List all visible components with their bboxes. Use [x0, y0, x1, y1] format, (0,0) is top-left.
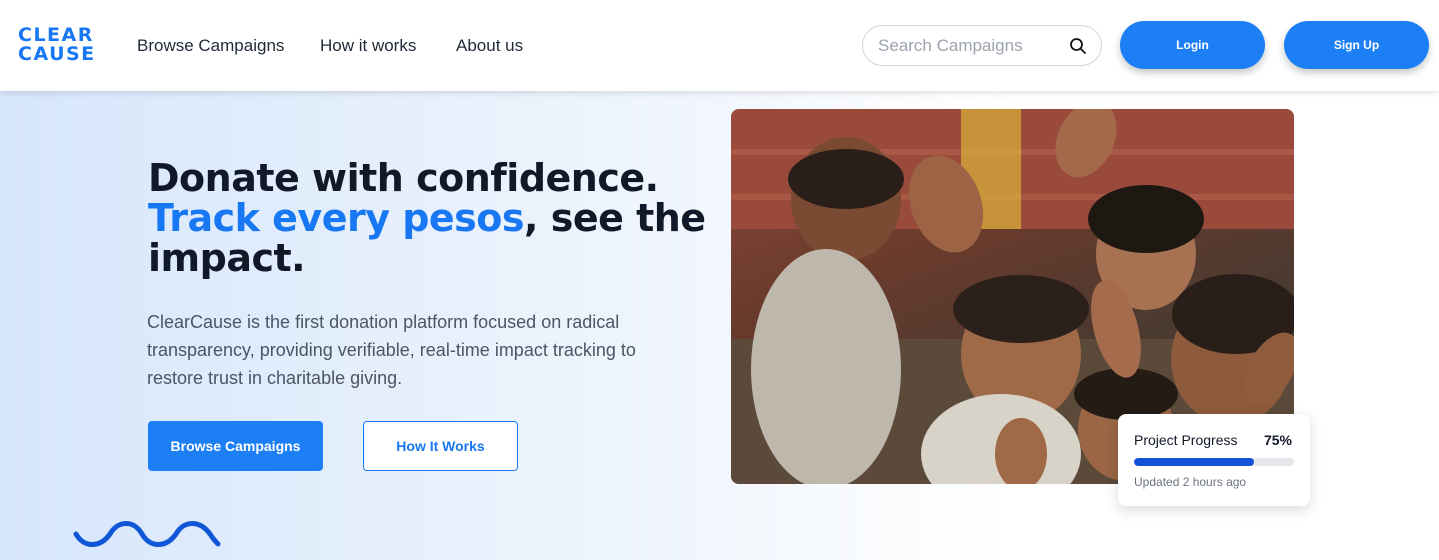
- search-icon[interactable]: [1069, 37, 1087, 55]
- progress-percent: 75%: [1263, 432, 1292, 448]
- nav-how-it-works[interactable]: How it works: [320, 36, 416, 56]
- browse-campaigns-button[interactable]: Browse Campaigns: [148, 421, 323, 471]
- logo-line-2: CAUSE: [18, 43, 96, 65]
- hero-description: ClearCause is the first donation platfor…: [147, 312, 636, 388]
- wave-decoration-icon: [73, 521, 221, 547]
- search-bar: [862, 25, 1102, 66]
- hero-headline: Donate with confidence. Track every peso…: [148, 158, 708, 278]
- progress-bar-fill: [1134, 458, 1254, 466]
- project-progress-card: Project Progress 75% Updated 2 hours ago: [1118, 414, 1310, 506]
- signup-button[interactable]: Sign Up: [1284, 21, 1429, 69]
- nav-browse-campaigns[interactable]: Browse Campaigns: [137, 36, 284, 56]
- site-header: CLEAR CAUSE Browse Campaigns How it work…: [0, 0, 1439, 91]
- progress-bar: [1134, 458, 1294, 466]
- search-input[interactable]: [878, 26, 1068, 65]
- progress-updated-text: Updated 2 hours ago: [1134, 475, 1247, 489]
- how-it-works-button[interactable]: How It Works: [363, 421, 518, 471]
- clearcause-logo[interactable]: CLEAR CAUSE: [18, 26, 96, 64]
- progress-title: Project Progress: [1134, 432, 1238, 448]
- nav-about-us[interactable]: About us: [456, 36, 523, 56]
- login-button[interactable]: Login: [1120, 21, 1265, 69]
- headline-accent: Track every pesos: [148, 196, 525, 240]
- headline-line-1: Donate with confidence.: [148, 156, 659, 200]
